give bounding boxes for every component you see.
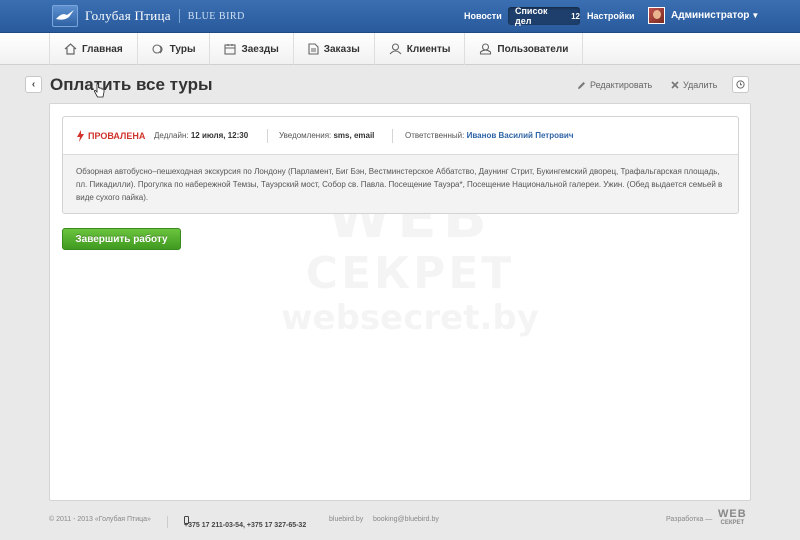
deadline-value: 12 июля, 12:30 — [190, 131, 249, 140]
content-panel: WEB СЕКРЕТ websecret.by ПРОВАЛЕНА Дедлай… — [49, 103, 751, 501]
caret-down-icon: ▼ — [751, 11, 760, 20]
brand-name-ru: Голубая Птица — [85, 8, 171, 23]
nav-label: Клиенты — [406, 43, 451, 55]
history-button[interactable] — [732, 76, 749, 93]
phones: +375 17 211-03-54, +375 17 327-65-32 — [184, 516, 306, 529]
responsible-label: Ответственный: — [405, 131, 465, 140]
calendar-icon — [224, 44, 237, 55]
footer: © 2011 - 2013 «Голубая Птица» +375 17 21… — [0, 508, 800, 530]
nav-item-users[interactable]: Пользователи — [465, 33, 584, 65]
task-header: ПРОВАЛЕНА Дедлайн: 12 июля, 12:30 Уведом… — [63, 117, 738, 155]
developer-logo-top: WEB — [718, 508, 747, 520]
delete-label: Удалить — [683, 80, 718, 90]
top-bar: Голубая Птица BLUE BIRD Новости Список д… — [0, 0, 800, 33]
brand-logo[interactable]: Голубая Птица BLUE BIRD — [52, 5, 245, 27]
nav-item-home[interactable]: Главная — [50, 33, 138, 65]
nav-label: Главная — [82, 43, 123, 55]
edit-label: Редактировать — [590, 80, 653, 90]
bird-logo-icon — [52, 5, 78, 27]
developer-label: Разработка — — [666, 516, 713, 523]
main-nav: Главная Туры Заезды Заказы Клиенты Польз… — [0, 33, 800, 65]
nav-item-arrivals[interactable]: Заезды — [210, 33, 294, 65]
lightning-icon — [77, 130, 84, 142]
todo-count-badge: 12 — [571, 11, 580, 21]
tours-icon — [152, 44, 163, 54]
users-icon — [480, 43, 492, 55]
client-icon — [389, 43, 402, 55]
brand-separator — [178, 9, 180, 23]
divider — [392, 129, 393, 143]
home-icon — [64, 43, 77, 55]
page-title: Оплатить все туры — [50, 75, 213, 94]
nav-item-orders[interactable]: Заказы — [294, 33, 375, 65]
status-badge: ПРОВАЛЕНА — [77, 130, 145, 142]
copyright: © 2011 - 2013 «Голубая Птица» — [49, 516, 151, 523]
edit-button[interactable]: Редактировать — [577, 80, 652, 90]
todo-list-label: Список дел — [515, 6, 548, 26]
todo-list-button[interactable]: Список дел 12 — [508, 6, 580, 26]
developer-logo-bottom: СЕКРЕТ — [720, 520, 745, 526]
pencil-icon — [578, 81, 585, 89]
task-card: ПРОВАЛЕНА Дедлайн: 12 июля, 12:30 Уведом… — [62, 116, 739, 214]
hand-cursor-icon — [93, 83, 105, 98]
nav-label: Туры — [169, 43, 196, 55]
notifications: Уведомления: sms, email — [279, 131, 374, 140]
phones-text: +375 17 211-03-54, +375 17 327-65-32 — [184, 522, 307, 529]
nav-item-tours[interactable]: Туры — [138, 33, 211, 65]
nav-label: Заказы — [323, 43, 360, 55]
watermark-line: websecret.by — [280, 298, 540, 338]
back-button[interactable]: ‹ — [25, 76, 42, 93]
finish-work-button[interactable]: Завершить работу — [62, 228, 181, 250]
user-name: Администратор — [671, 10, 750, 21]
deadline: Дедлайн: 12 июля, 12:30 — [154, 131, 248, 140]
deadline-label: Дедлайн: — [154, 131, 189, 140]
avatar[interactable] — [648, 7, 665, 24]
email-link[interactable]: booking@bluebird.by — [373, 516, 439, 523]
task-description: Обзорная автобусно–пешеходная экскурсия … — [76, 167, 723, 202]
notifications-value: sms, email — [333, 131, 375, 140]
close-icon — [671, 81, 679, 89]
chevron-left-icon: ‹ — [31, 79, 36, 90]
responsible-link[interactable]: Иванов Василий Петрович — [467, 131, 574, 140]
orders-icon — [308, 43, 319, 55]
divider — [267, 129, 268, 143]
divider — [167, 516, 168, 528]
brand-name-en: BLUE BIRD — [187, 10, 245, 22]
settings-link[interactable]: Настройки — [587, 11, 634, 21]
developer-logo[interactable]: WEB СЕКРЕТ — [718, 508, 747, 528]
responsible: Ответственный: Иванов Василий Петрович — [405, 131, 573, 140]
user-menu[interactable]: Администратор ▼ — [671, 10, 759, 21]
news-link[interactable]: Новости — [464, 11, 502, 21]
watermark-line: СЕКРЕТ — [280, 250, 540, 298]
delete-button[interactable]: Удалить — [671, 80, 717, 90]
nav-label: Пользователи — [497, 43, 569, 55]
nav-item-clients[interactable]: Клиенты — [375, 33, 466, 65]
nav-label: Заезды — [241, 43, 279, 55]
clock-icon — [736, 80, 745, 89]
site-link[interactable]: bluebird.by — [329, 516, 363, 523]
notifications-label: Уведомления: — [279, 131, 332, 140]
status-text: ПРОВАЛЕНА — [88, 131, 146, 141]
